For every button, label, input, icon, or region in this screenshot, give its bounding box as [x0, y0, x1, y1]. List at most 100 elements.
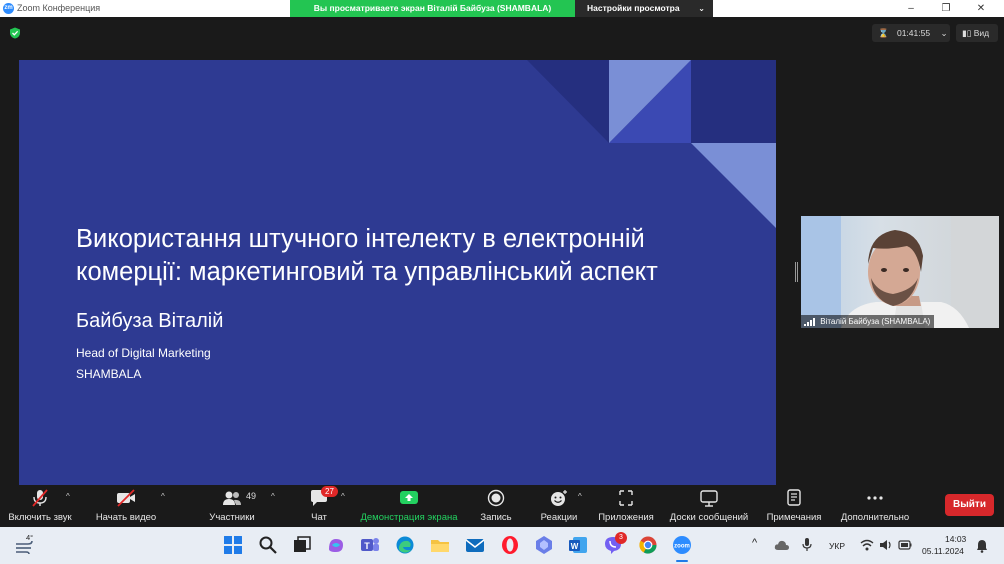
- participant-name: Віталій Байбуза (SHAMBALA): [820, 317, 931, 326]
- participant-avatar: [801, 216, 999, 328]
- more-dots-icon: [867, 496, 883, 500]
- chevron-up-icon[interactable]: ^: [752, 537, 757, 549]
- zoom-active-indicator: [676, 560, 688, 562]
- leave-button[interactable]: Выйти: [945, 494, 994, 516]
- windows-taskbar: 4° T W 3 zoom ^ УКР 14:03 05.11.2024: [0, 527, 1004, 564]
- share-screen-label: Демонстрация экрана: [360, 512, 458, 523]
- more-button[interactable]: Дополнительно: [834, 485, 916, 527]
- zoom-icon[interactable]: zoom: [672, 535, 692, 555]
- svg-text:zoom: zoom: [674, 544, 690, 550]
- start-icon[interactable]: [223, 535, 243, 555]
- chevron-up-icon[interactable]: ^: [341, 492, 345, 501]
- maximize-button[interactable]: ❐: [931, 2, 961, 15]
- start-video-label: Начать видео: [95, 512, 157, 523]
- share-screen-icon: [400, 491, 418, 504]
- notes-button[interactable]: Примечания: [762, 485, 826, 527]
- close-button[interactable]: ✕: [966, 2, 996, 15]
- apps-button[interactable]: Приложения: [594, 485, 658, 527]
- mail-icon[interactable]: [465, 535, 485, 555]
- onedrive-icon[interactable]: [774, 539, 790, 551]
- slide-title-line-2: комерції: маркетинговий та управлінський…: [76, 258, 658, 286]
- whiteboard-icon: [700, 490, 718, 507]
- chevron-up-icon[interactable]: ^: [161, 492, 165, 501]
- video-off-icon: [117, 489, 135, 507]
- participant-video-tile[interactable]: Віталій Байбуза (SHAMBALA): [801, 216, 999, 328]
- record-icon: [487, 489, 505, 507]
- participants-label: Участники: [209, 512, 255, 523]
- weather-temperature: 4°: [26, 533, 34, 542]
- view-options-button[interactable]: Настройки просмотра ⌄: [575, 0, 713, 17]
- edge-icon[interactable]: [395, 535, 415, 555]
- battery-icon[interactable]: [898, 540, 912, 550]
- view-options-label: Настройки просмотра: [587, 3, 680, 13]
- file-explorer-icon[interactable]: [430, 535, 450, 555]
- slide-company: SHAMBALA: [76, 367, 142, 381]
- shared-screen-slide: Використання штучного інтелекту в електр…: [19, 60, 776, 485]
- unmute-label: Включить звук: [8, 512, 72, 523]
- word-icon[interactable]: W: [568, 535, 588, 555]
- reactions-button[interactable]: Реакции: [536, 485, 582, 527]
- apps-label: Приложения: [598, 512, 654, 523]
- svg-text:W: W: [571, 542, 579, 551]
- slide-author: Байбуза Віталій: [76, 310, 224, 332]
- chevron-up-icon[interactable]: ^: [271, 492, 275, 501]
- language-indicator[interactable]: УКР: [829, 541, 845, 551]
- notification-bell-icon[interactable]: [976, 539, 988, 553]
- clock-date[interactable]: 05.11.2024: [922, 546, 964, 556]
- participant-name-tag: Віталій Байбуза (SHAMBALA): [801, 315, 935, 328]
- muted-microphone-icon: [32, 489, 48, 507]
- clock-time[interactable]: 14:03: [945, 534, 966, 544]
- meeting-toolbar: Включить звук ^ Начать видео ^ Участники…: [0, 485, 1004, 527]
- chat-unread-badge: 27: [321, 486, 338, 497]
- timer-value: 01:41:55: [896, 28, 931, 38]
- security-shield-icon[interactable]: [9, 27, 21, 39]
- zoom-logo-icon: zm: [3, 3, 14, 14]
- notes-icon: [787, 489, 801, 506]
- reactions-label: Реакции: [540, 512, 578, 523]
- chevron-up-icon[interactable]: ^: [578, 492, 582, 501]
- teams-icon[interactable]: T: [360, 535, 380, 555]
- more-label: Дополнительно: [840, 512, 910, 523]
- signal-strength-icon: [804, 317, 815, 326]
- start-video-button[interactable]: Начать видео: [92, 485, 160, 527]
- notes-label: Примечания: [766, 512, 822, 523]
- copilot-icon[interactable]: [326, 535, 346, 555]
- view-label: Вид: [973, 28, 990, 38]
- search-icon[interactable]: [258, 535, 278, 555]
- hourglass-icon: ⌛: [878, 28, 889, 38]
- share-screen-button[interactable]: Демонстрация экрана: [356, 485, 462, 527]
- view-grid-icon: ▮▯: [962, 28, 972, 38]
- participants-count: 49: [246, 491, 257, 501]
- chevron-down-icon: ⌄: [940, 28, 948, 38]
- slide-title-line-1: Використання штучного інтелекту в електр…: [76, 225, 645, 253]
- resize-handle[interactable]: [795, 262, 798, 282]
- chat-label: Чат: [311, 512, 327, 523]
- title-bar: zm Zoom Конференция Вы просматриваете эк…: [0, 0, 1004, 17]
- smiley-icon: [551, 490, 567, 506]
- volume-icon[interactable]: [879, 539, 893, 551]
- slide-title: Використання штучного інтелекту в електр…: [76, 223, 736, 289]
- chevron-up-icon[interactable]: ^: [66, 492, 70, 501]
- window-title: Zoom Конференция: [17, 3, 101, 13]
- meeting-timer[interactable]: ⌛ 01:41:55 ⌄: [872, 24, 950, 42]
- task-view-icon[interactable]: [292, 535, 312, 555]
- view-button[interactable]: ▮▯ Вид: [956, 24, 998, 42]
- viber-unread-badge: 3: [615, 532, 627, 544]
- chevron-down-icon: ⌄: [698, 4, 705, 13]
- app-icon[interactable]: [534, 535, 554, 555]
- participants-icon: [223, 491, 241, 505]
- svg-text:T: T: [364, 541, 370, 551]
- microphone-icon[interactable]: [802, 537, 812, 553]
- apps-icon: [619, 490, 633, 506]
- chrome-icon[interactable]: [638, 535, 658, 555]
- wifi-icon[interactable]: [860, 539, 874, 551]
- weather-widget[interactable]: 4°: [14, 533, 44, 557]
- whiteboards-label: Доски сообщений: [669, 512, 749, 523]
- record-button[interactable]: Запись: [474, 485, 518, 527]
- screen-share-banner: Вы просматриваете экран Віталій Байбуза …: [290, 0, 575, 17]
- minimize-button[interactable]: –: [896, 2, 926, 15]
- opera-icon[interactable]: [500, 535, 520, 555]
- whiteboards-button[interactable]: Доски сообщений: [666, 485, 752, 527]
- record-label: Запись: [480, 512, 512, 523]
- slide-role: Head of Digital Marketing: [76, 346, 211, 360]
